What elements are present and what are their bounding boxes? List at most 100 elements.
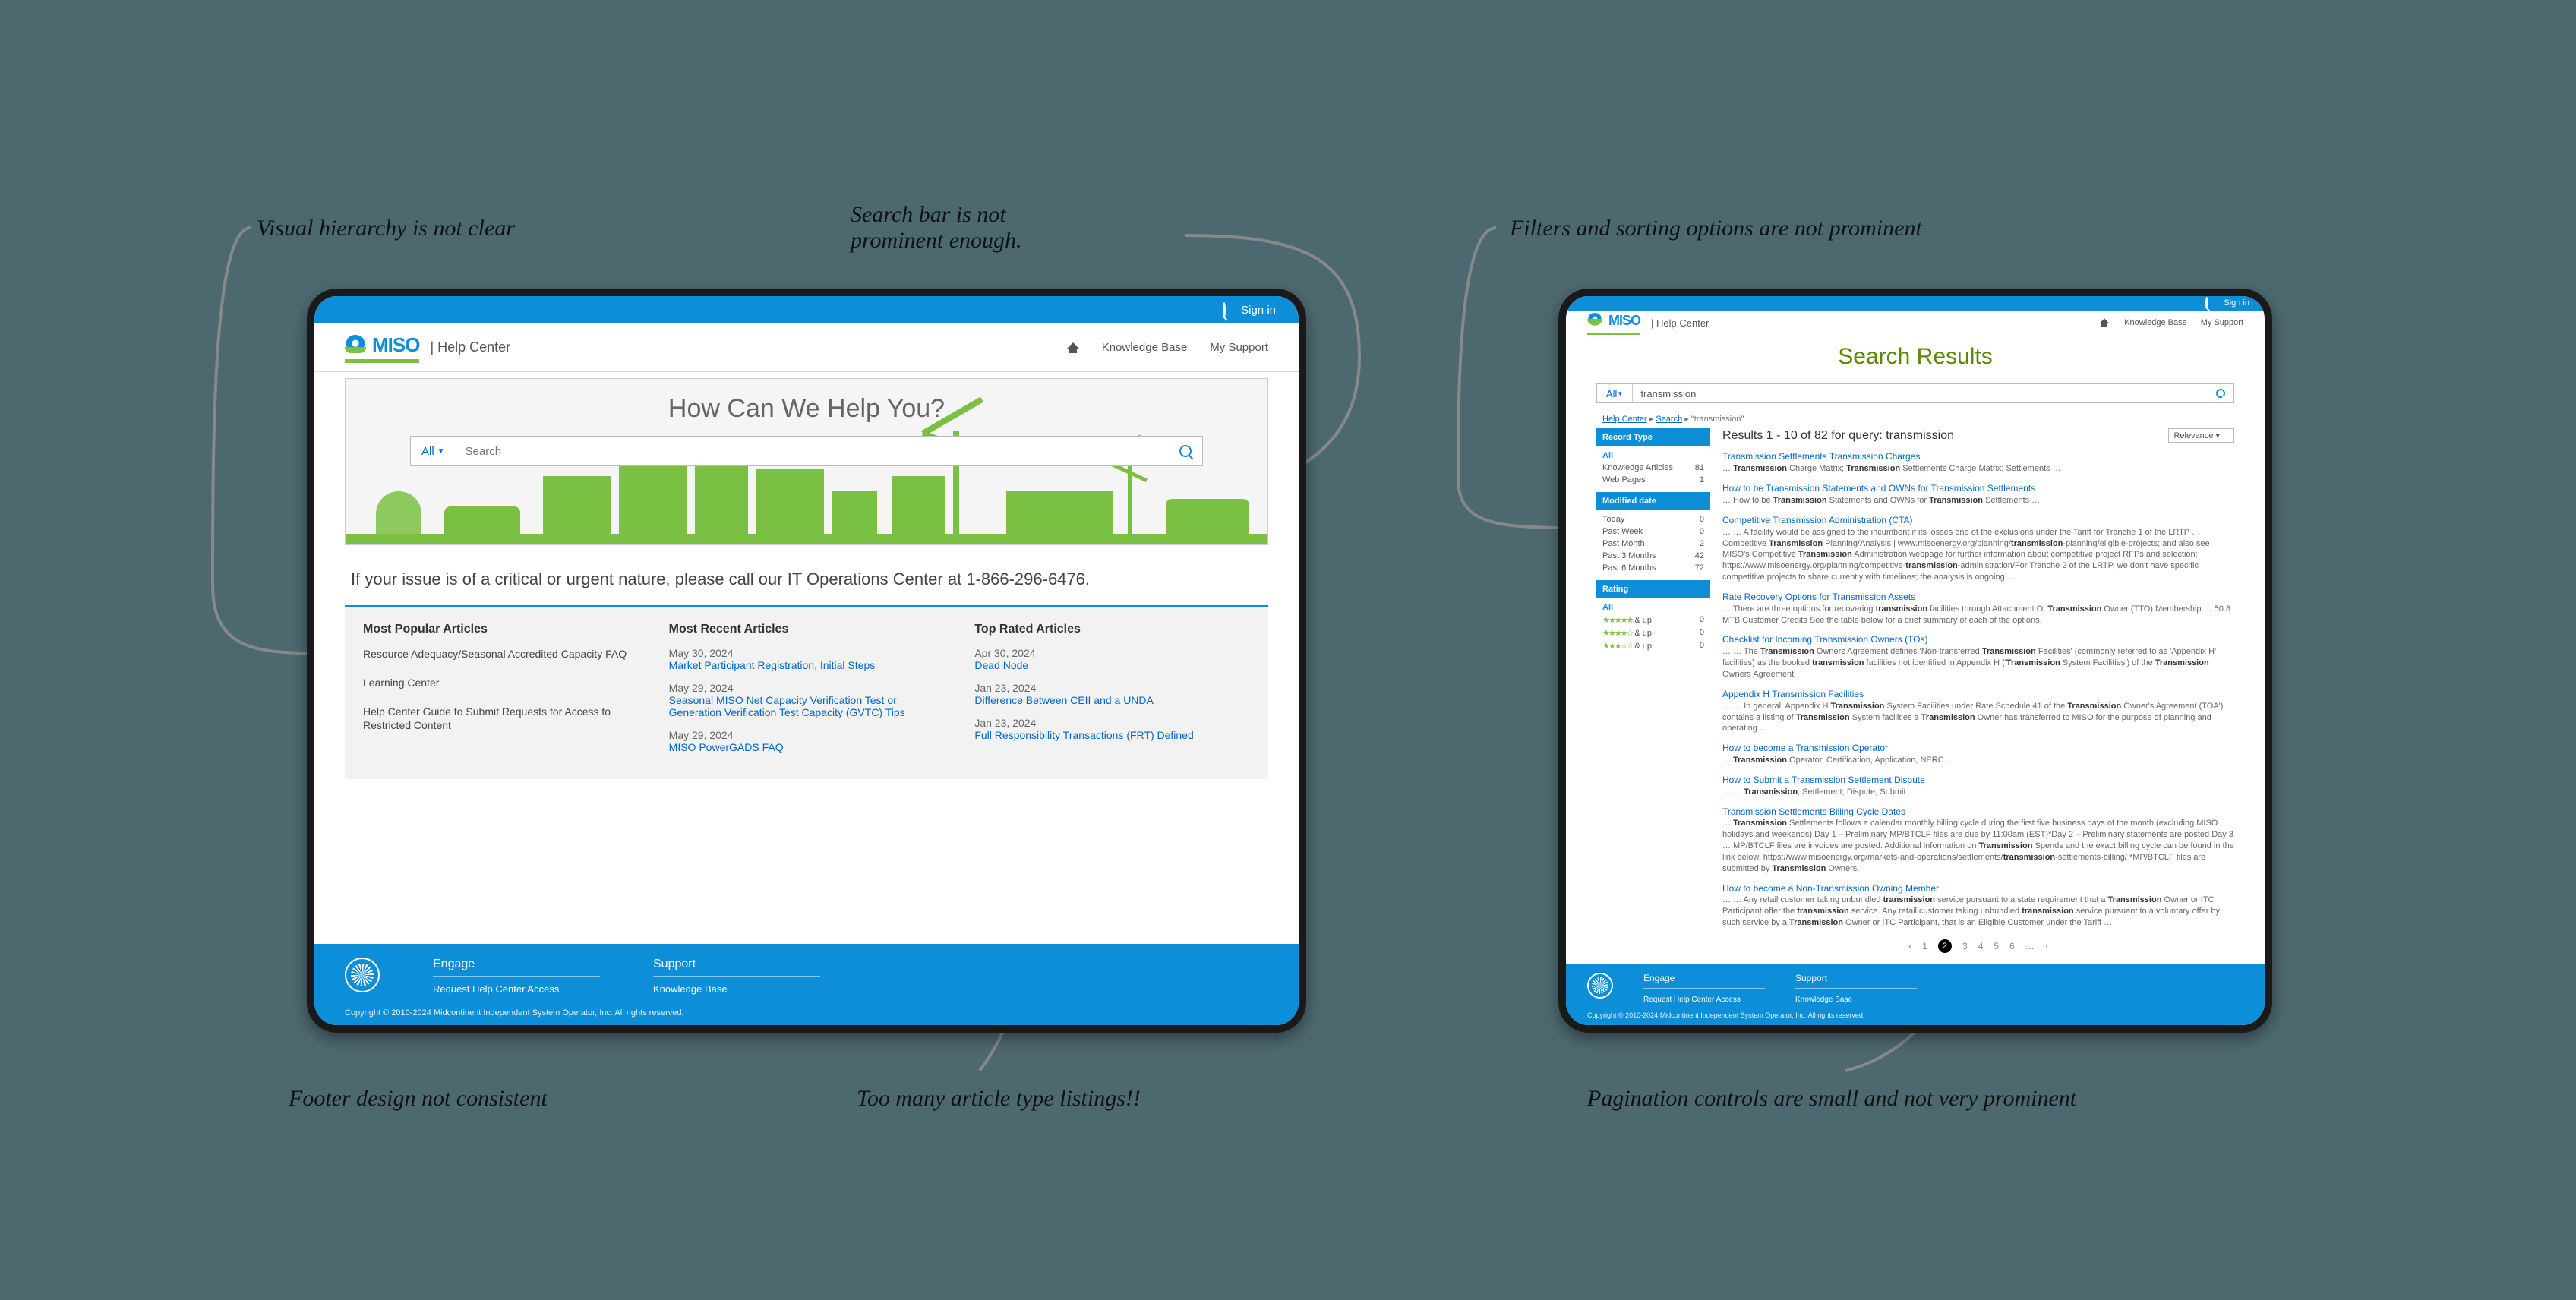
facet-option[interactable]: All xyxy=(1602,451,1704,460)
hero-search: All ▼ xyxy=(410,436,1203,466)
facet-option[interactable]: ★★★★☆ & up0 xyxy=(1602,628,1704,638)
item-date: May 30, 2024 xyxy=(669,647,945,659)
result-link[interactable]: Competitive Transmission Administration … xyxy=(1722,515,1913,525)
item-link[interactable]: MISO PowerGADS FAQ xyxy=(669,741,784,753)
result-link[interactable]: How to become a Transmission Operator xyxy=(1722,743,1888,753)
brand-logo[interactable]: MISO xyxy=(1587,313,1640,333)
facet-option[interactable]: ★★★★★ & up0 xyxy=(1602,615,1704,625)
facet-option[interactable]: Past Month2 xyxy=(1602,539,1704,548)
search-button[interactable] xyxy=(2208,389,2233,398)
recent-heading: Most Recent Articles xyxy=(669,623,945,636)
pager-item[interactable]: 1 xyxy=(1922,941,1927,951)
popular-item[interactable]: Resource Adequacy/Seasonal Accredited Ca… xyxy=(363,647,639,661)
search-input[interactable] xyxy=(456,445,1169,458)
nav-my-support[interactable]: My Support xyxy=(1210,341,1268,354)
bc-home[interactable]: Help Center xyxy=(1602,415,1647,424)
pager-item[interactable]: 5 xyxy=(1994,941,1999,951)
result-link[interactable]: Rate Recovery Options for Transmission A… xyxy=(1722,592,1915,602)
result-link[interactable]: Appendix H Transmission Facilities xyxy=(1722,689,1864,699)
footer-support-link[interactable]: Knowledge Base xyxy=(1795,996,1852,1004)
pager-item[interactable]: ‹ xyxy=(1908,941,1911,951)
popular-item[interactable]: Learning Center xyxy=(363,676,639,689)
result-item: How to become a Transmission Operator … T… xyxy=(1722,742,2234,766)
result-link[interactable]: Transmission Settlements Billing Cycle D… xyxy=(1722,806,1905,817)
pager-item[interactable]: … xyxy=(2025,941,2035,951)
result-link[interactable]: How to Submit a Transmission Settlement … xyxy=(1722,775,1925,785)
recent-item: May 29, 2024 Seasonal MISO Net Capacity … xyxy=(669,682,945,718)
facet-option[interactable]: Web Pages1 xyxy=(1602,475,1704,484)
search-input[interactable] xyxy=(1633,388,2208,399)
pager-item[interactable]: 3 xyxy=(1962,941,1968,951)
site-header: MISO | Help Center Knowledge Base My Sup… xyxy=(1566,311,2265,336)
facet-option[interactable]: Past Week0 xyxy=(1602,527,1704,536)
popular-column: Most Popular Articles Resource Adequacy/… xyxy=(363,623,639,764)
result-link[interactable]: How to become a Non-Transmission Owning … xyxy=(1722,883,1939,894)
footer-engage-link[interactable]: Request Help Center Access xyxy=(433,983,559,995)
footer-support: Support Knowledge Base xyxy=(653,958,820,995)
result-item: Checklist for Incoming Transmission Owne… xyxy=(1722,633,2234,680)
bc-search[interactable]: Search xyxy=(1656,415,1682,424)
top-item: Apr 30, 2024 Dead Node xyxy=(974,647,1250,671)
search-icon[interactable] xyxy=(1223,304,1226,317)
search-icon[interactable] xyxy=(2205,298,2208,308)
result-item: Rate Recovery Options for Transmission A… xyxy=(1722,591,2234,626)
item-date: Jan 23, 2024 xyxy=(974,717,1250,729)
facet-option[interactable]: Past 3 Months42 xyxy=(1602,551,1704,560)
search-button[interactable] xyxy=(1169,445,1202,457)
pager-item[interactable]: 2 xyxy=(1938,939,1952,953)
logo-icon xyxy=(1587,313,1602,328)
nav-knowledge-base[interactable]: Knowledge Base xyxy=(1102,341,1188,354)
nav-my-support[interactable]: My Support xyxy=(2201,318,2243,327)
nav-knowledge-base[interactable]: Knowledge Base xyxy=(2124,318,2187,327)
footer-support-heading: Support xyxy=(653,958,820,977)
item-date: May 29, 2024 xyxy=(669,682,945,694)
item-link[interactable]: Seasonal MISO Net Capacity Verification … xyxy=(669,694,905,718)
sign-in-link[interactable]: Sign in xyxy=(1241,304,1276,317)
item-link[interactable]: Full Responsibility Transactions (FRT) D… xyxy=(974,729,1193,741)
pager-item[interactable]: › xyxy=(2045,941,2048,951)
results-count: Results 1 - 10 of 82 for query: transmis… xyxy=(1722,429,1954,443)
pager-item[interactable]: 4 xyxy=(1978,941,1984,951)
popular-item[interactable]: Help Center Guide to Submit Requests for… xyxy=(363,705,639,732)
facet-option[interactable]: Today0 xyxy=(1602,515,1704,524)
site-subtitle: | Help Center xyxy=(430,339,510,355)
result-link[interactable]: Transmission Settlements Transmission Ch… xyxy=(1722,451,1920,462)
home-icon[interactable] xyxy=(2100,319,2110,327)
sign-in-link[interactable]: Sign in xyxy=(2224,298,2249,308)
footer-support-heading: Support xyxy=(1795,973,1917,989)
results-main: Results 1 - 10 of 82 for query: transmis… xyxy=(1722,428,2234,964)
facet-option[interactable]: Knowledge Articles81 xyxy=(1602,463,1704,472)
logo-text: MISO xyxy=(372,333,419,357)
result-item: Appendix H Transmission Facilities… … In… xyxy=(1722,688,2234,734)
sort-select[interactable]: Relevance ▾ xyxy=(2168,428,2234,443)
footer-logo-icon xyxy=(345,958,380,992)
recent-column: Most Recent Articles May 30, 2024 Market… xyxy=(669,623,945,764)
result-snippet: … There are three options for recovering… xyxy=(1722,604,2234,626)
annotation-search: Search bar is not prominent enough. xyxy=(851,202,1022,254)
footer-engage-link[interactable]: Request Help Center Access xyxy=(1643,996,1741,1004)
pager-item[interactable]: 6 xyxy=(2009,941,2015,951)
result-snippet: … … Transmission; Settlement; Dispute; S… xyxy=(1722,787,2234,798)
facet-option[interactable]: All xyxy=(1602,603,1704,612)
facet-modified-hdr: Modified date xyxy=(1596,492,1710,510)
result-snippet: … Transmission Operator, Certification, … xyxy=(1722,755,2234,766)
facet-option[interactable]: Past 6 Months72 xyxy=(1602,563,1704,573)
result-snippet: … Transmission Charge Matrix; Transmissi… xyxy=(1722,463,2234,475)
item-link[interactable]: Market Participant Registration, Initial… xyxy=(669,659,876,671)
footer-engage: Engage Request Help Center Access xyxy=(1643,973,1765,1004)
search-scope-dropdown[interactable]: All ▼ xyxy=(1597,384,1633,403)
facets-sidebar: Record Type AllKnowledge Articles81Web P… xyxy=(1596,428,1710,964)
result-item: How to become a Non-Transmission Owning … xyxy=(1722,882,2234,929)
brand-logo[interactable]: MISO xyxy=(345,333,419,361)
result-link[interactable]: How to be Transmission Statements and OW… xyxy=(1722,483,2035,494)
tablet-search-results: Sign in MISO | Help Center Knowledge Bas… xyxy=(1558,289,2272,1033)
facet-option[interactable]: ★★★☆☆ & up0 xyxy=(1602,641,1704,651)
item-link[interactable]: Difference Between CEII and a UNDA xyxy=(974,694,1154,706)
item-link[interactable]: Dead Node xyxy=(974,659,1028,671)
footer: Engage Request Help Center Access Suppor… xyxy=(1566,964,2265,1025)
home-icon[interactable] xyxy=(1067,342,1079,353)
footer-support-link[interactable]: Knowledge Base xyxy=(653,983,728,995)
hero-title: How Can We Help You? xyxy=(668,394,945,424)
search-scope-dropdown[interactable]: All ▼ xyxy=(411,437,456,465)
result-link[interactable]: Checklist for Incoming Transmission Owne… xyxy=(1722,634,1928,645)
